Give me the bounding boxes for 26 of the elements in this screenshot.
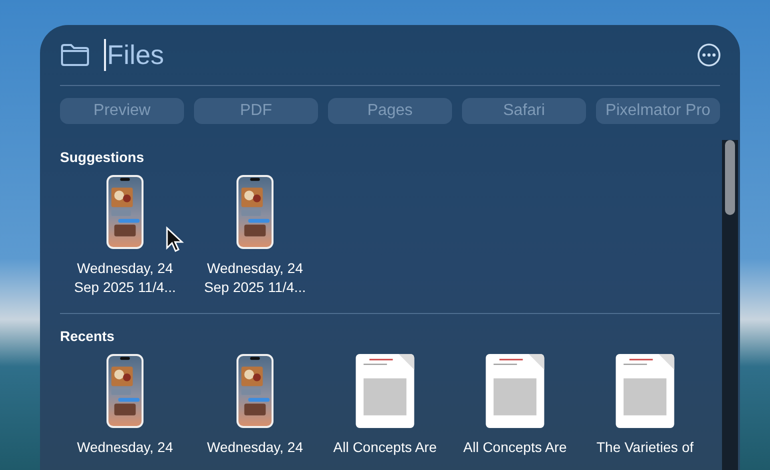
more-options-icon[interactable] (697, 43, 721, 67)
section-title: Suggestions (60, 149, 146, 165)
file-name: Wednesday, 24 Sep 2025 11/4... (73, 259, 177, 297)
filter-chip[interactable]: Pixelmator Pro (596, 98, 720, 124)
scrollbar-thumb[interactable] (725, 140, 735, 215)
file-name: Wednesday, 24 (206, 438, 304, 457)
search-field[interactable]: Files (104, 39, 683, 71)
file-name: Wednesday, 24 Sep 2025 11/4... (203, 259, 307, 297)
file-name: All Concepts Are (462, 438, 568, 457)
filter-chip[interactable]: PDF (194, 98, 318, 124)
phone-screenshot-thumbnail[interactable] (236, 175, 274, 249)
filter-chip[interactable]: Pages (328, 98, 452, 124)
document-thumbnail[interactable] (355, 354, 415, 428)
folder-icon (60, 43, 90, 67)
filter-chip[interactable]: Safari (462, 98, 586, 124)
section-title: Recents (60, 328, 116, 344)
phone-screenshot-thumbnail[interactable] (106, 354, 144, 428)
file-name: All Concepts Are (332, 438, 438, 457)
document-thumbnail[interactable] (615, 354, 675, 428)
file-name: Wednesday, 24 (76, 438, 174, 457)
phone-screenshot-thumbnail[interactable] (236, 354, 274, 428)
filter-chip[interactable]: Preview (60, 98, 184, 124)
file-name: The Varieties of (595, 438, 694, 457)
mouse-pointer-icon (165, 226, 185, 254)
document-thumbnail[interactable] (485, 354, 545, 428)
phone-screenshot-thumbnail[interactable] (106, 175, 144, 249)
